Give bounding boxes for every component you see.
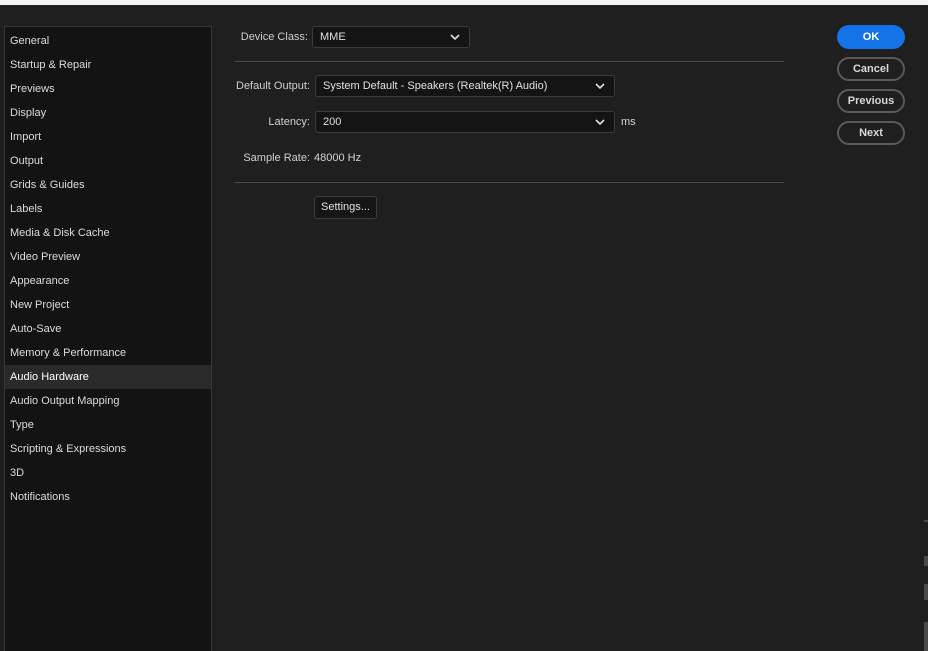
sidebar-item-audio-output-mapping[interactable]: Audio Output Mapping bbox=[5, 389, 211, 413]
section-divider bbox=[234, 182, 784, 183]
sample-rate-value: 48000 Hz bbox=[314, 152, 362, 164]
section-divider bbox=[234, 61, 784, 62]
chevron-down-icon bbox=[595, 119, 605, 126]
device-class-value: MME bbox=[320, 31, 346, 43]
default-output-dropdown[interactable]: System Default - Speakers (Realtek(R) Au… bbox=[315, 75, 615, 97]
device-class-dropdown[interactable]: MME bbox=[312, 26, 470, 48]
sidebar-item-previews[interactable]: Previews bbox=[5, 77, 211, 101]
latency-dropdown[interactable]: 200 bbox=[315, 111, 615, 133]
chevron-down-icon bbox=[450, 34, 460, 41]
sidebar-item-notifications[interactable]: Notifications bbox=[5, 485, 211, 509]
preferences-dialog: General Startup & Repair Previews Displa… bbox=[0, 0, 928, 651]
sample-rate-label: Sample Rate: bbox=[243, 152, 310, 164]
default-output-value: System Default - Speakers (Realtek(R) Au… bbox=[323, 80, 548, 92]
sidebar-item-general[interactable]: General bbox=[5, 29, 211, 53]
latency-unit: ms bbox=[621, 116, 636, 128]
window-edge-mark bbox=[924, 556, 928, 566]
sidebar-item-labels[interactable]: Labels bbox=[5, 197, 211, 221]
sidebar-item-display[interactable]: Display bbox=[5, 101, 211, 125]
chevron-down-icon bbox=[595, 83, 605, 90]
window-edge-mark bbox=[924, 622, 928, 651]
latency-value: 200 bbox=[323, 116, 342, 128]
sidebar-item-media-disk-cache[interactable]: Media & Disk Cache bbox=[5, 221, 211, 245]
sidebar-item-import[interactable]: Import bbox=[5, 125, 211, 149]
window-edge-mark bbox=[924, 520, 928, 522]
sidebar-item-type[interactable]: Type bbox=[5, 413, 211, 437]
next-button[interactable]: Next bbox=[837, 121, 905, 145]
sidebar-item-3d[interactable]: 3D bbox=[5, 461, 211, 485]
sidebar-item-audio-hardware[interactable]: Audio Hardware bbox=[5, 365, 211, 389]
latency-label: Latency: bbox=[268, 116, 310, 128]
sidebar-item-startup-repair[interactable]: Startup & Repair bbox=[5, 53, 211, 77]
sidebar-item-memory-performance[interactable]: Memory & Performance bbox=[5, 341, 211, 365]
window-top-bar bbox=[0, 0, 928, 5]
sidebar-item-auto-save[interactable]: Auto-Save bbox=[5, 317, 211, 341]
sidebar-item-video-preview[interactable]: Video Preview bbox=[5, 245, 211, 269]
sidebar-item-scripting-expressions[interactable]: Scripting & Expressions bbox=[5, 437, 211, 461]
cancel-button[interactable]: Cancel bbox=[837, 57, 905, 81]
default-output-label: Default Output: bbox=[236, 80, 310, 92]
window-edge-mark bbox=[924, 584, 928, 600]
sidebar-item-grids-guides[interactable]: Grids & Guides bbox=[5, 173, 211, 197]
device-class-label: Device Class: bbox=[240, 31, 308, 43]
sidebar-item-output[interactable]: Output bbox=[5, 149, 211, 173]
sidebar-item-new-project[interactable]: New Project bbox=[5, 293, 211, 317]
preferences-sidebar: General Startup & Repair Previews Displa… bbox=[4, 26, 212, 651]
sidebar-item-appearance[interactable]: Appearance bbox=[5, 269, 211, 293]
ok-button[interactable]: OK bbox=[837, 25, 905, 49]
settings-button[interactable]: Settings... bbox=[314, 196, 377, 219]
previous-button[interactable]: Previous bbox=[837, 89, 905, 113]
